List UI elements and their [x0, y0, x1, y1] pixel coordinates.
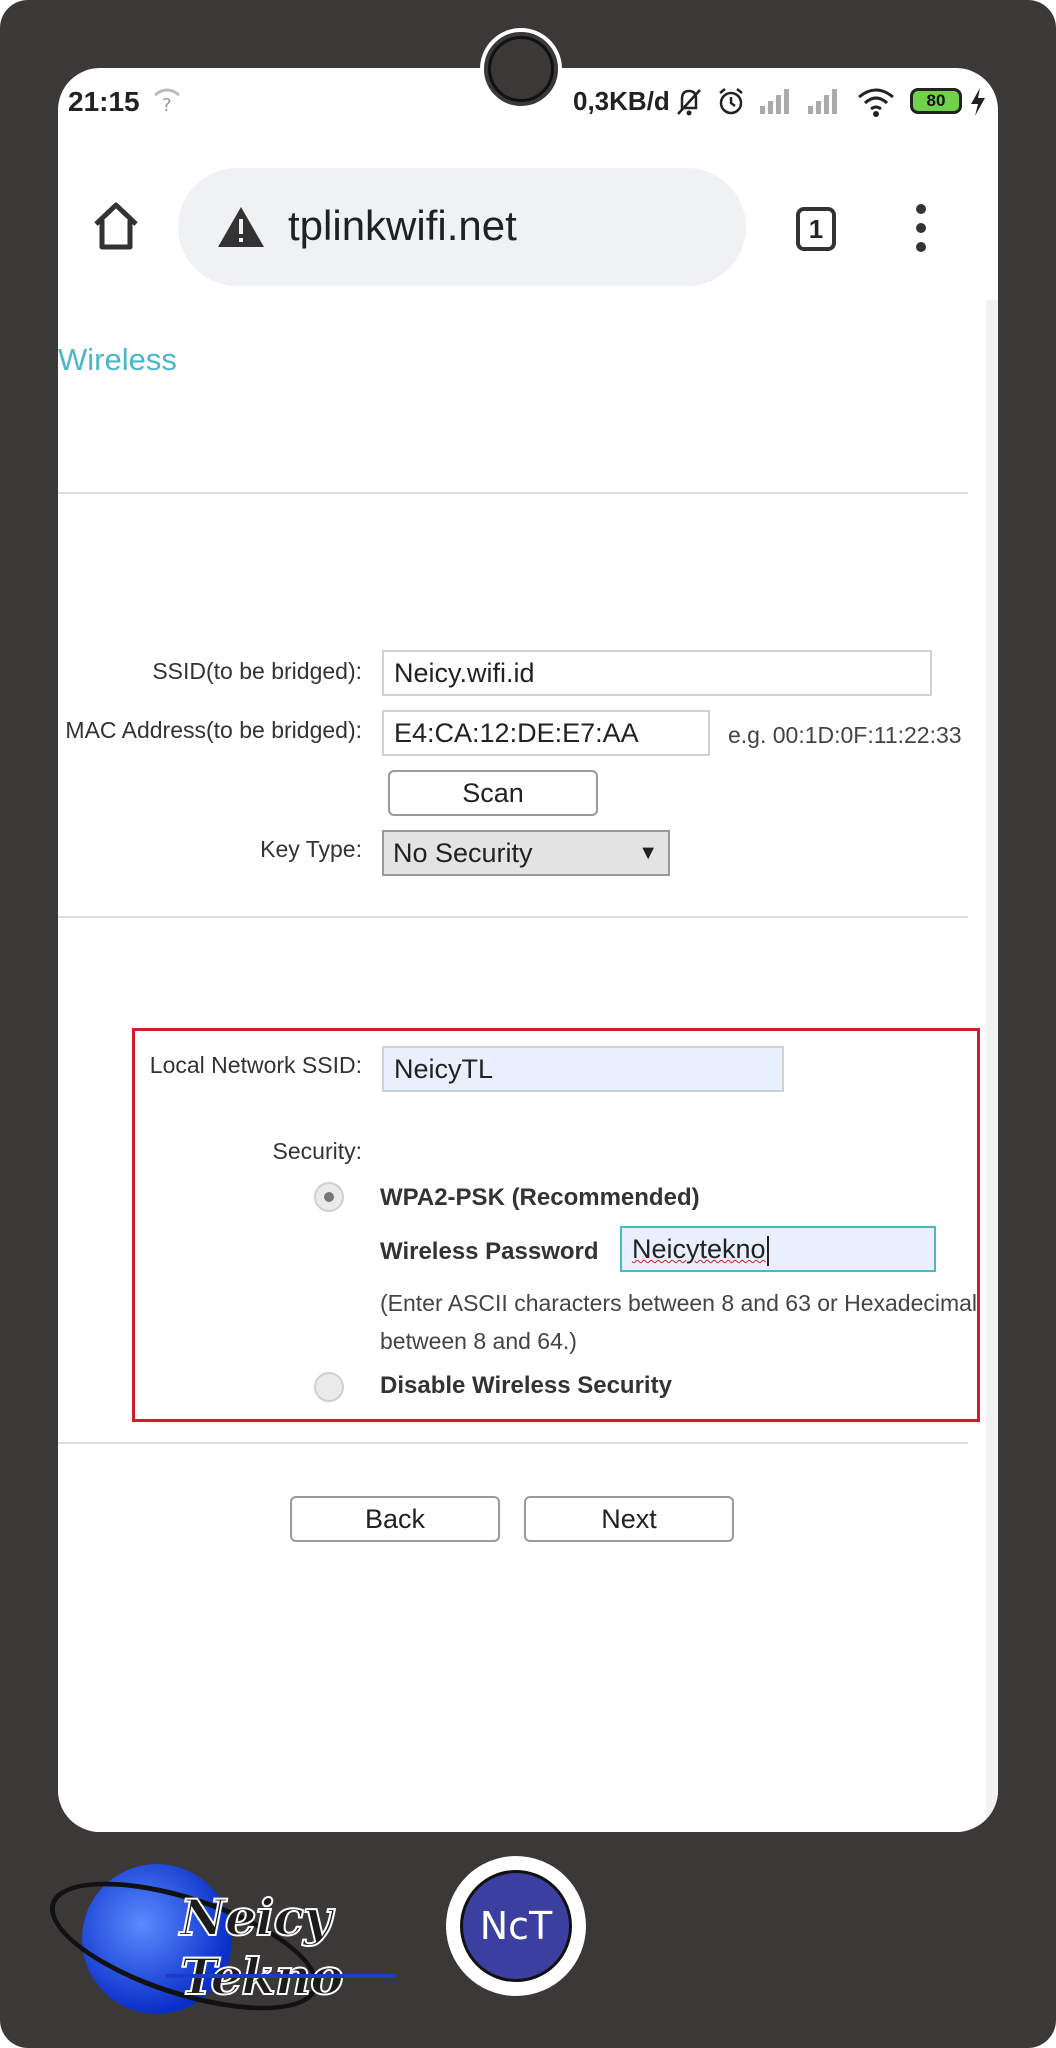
wireless-password-input[interactable]: Neicytekno	[620, 1226, 936, 1272]
more-menu-icon[interactable]	[916, 204, 926, 261]
key-type-value: No Security	[393, 838, 533, 868]
divider-3	[58, 1442, 968, 1444]
signal-icon	[760, 89, 789, 114]
wifi-icon	[858, 88, 894, 117]
alarm-icon	[719, 88, 743, 115]
mac-address-input[interactable]: E4:CA:12:DE:E7:AA	[382, 710, 710, 756]
wpa2-label: WPA2-PSK (Recommended)	[380, 1184, 700, 1211]
divider	[58, 492, 968, 494]
home-icon[interactable]	[90, 200, 142, 252]
key-type-label: Key Type:	[260, 836, 362, 862]
warning-icon[interactable]	[216, 204, 266, 250]
battery-icon: 80	[910, 88, 962, 114]
ssid-input[interactable]: Neicy.wifi.id	[382, 650, 932, 696]
wireless-password-value: Neicytekno	[632, 1234, 766, 1264]
logo-underline	[166, 1974, 396, 1978]
wpa2-radio[interactable]	[314, 1182, 344, 1212]
url-text[interactable]: tplinkwifi.net	[288, 202, 517, 250]
logo-text: Neicy Tekno	[179, 1887, 345, 2007]
status-time: 21:15	[68, 86, 140, 117]
disable-security-label: Disable Wireless Security	[380, 1372, 672, 1399]
tab-switcher-button[interactable]: 1	[796, 207, 836, 251]
scan-button[interactable]: Scan	[388, 770, 598, 816]
key-type-select[interactable]: No Security ▼	[382, 830, 670, 876]
signal-icon-2	[808, 89, 837, 114]
section-title: Wireless	[58, 342, 177, 377]
password-hint-line2: between 8 and 64.)	[380, 1328, 577, 1354]
mute-bell-icon	[677, 89, 701, 116]
browser-toolbar: tplinkwifi.net 1	[58, 138, 998, 300]
text-cursor	[766, 1235, 769, 1266]
mac-address-label: MAC Address(to be bridged):	[65, 717, 362, 743]
address-bar[interactable]: tplinkwifi.net	[178, 168, 746, 286]
nct-badge-text: NcT	[460, 1870, 572, 1982]
local-ssid-label: Local Network SSID:	[149, 1052, 362, 1078]
network-speed: 0,3KB/d	[573, 86, 670, 116]
back-button[interactable]: Back	[290, 1496, 500, 1542]
front-camera	[480, 28, 562, 110]
ssid-label: SSID(to be bridged):	[152, 658, 362, 684]
divider-2	[58, 916, 968, 918]
disable-security-radio[interactable]	[314, 1372, 344, 1402]
wifi-unknown-icon: ?	[154, 88, 180, 114]
next-button[interactable]: Next	[524, 1496, 734, 1542]
wireless-password-label: Wireless Password	[380, 1238, 599, 1265]
svg-text:?: ?	[162, 95, 172, 114]
security-label: Security:	[272, 1138, 362, 1164]
neicy-tekno-logo: Neicy Tekno	[35, 1850, 440, 2037]
dropdown-arrow-icon: ▼	[638, 842, 658, 864]
charging-icon	[971, 88, 985, 116]
router-page: Wireless SSID(to be bridged): Neicy.wifi…	[58, 300, 998, 1832]
local-ssid-input[interactable]: NeicyTL	[382, 1046, 784, 1092]
phone-frame: 21:15 ? 0,3KB/d 80 tplinkwifi.net 1 Wire…	[0, 0, 1056, 2048]
mac-address-hint: e.g. 00:1D:0F:11:22:33	[728, 722, 962, 748]
nct-badge: NcT	[446, 1856, 586, 1996]
phone-screen: 21:15 ? 0,3KB/d 80 tplinkwifi.net 1 Wire…	[58, 68, 998, 1832]
password-hint-line1: (Enter ASCII characters between 8 and 63…	[380, 1290, 978, 1316]
page-scrollbar[interactable]	[986, 300, 998, 1832]
